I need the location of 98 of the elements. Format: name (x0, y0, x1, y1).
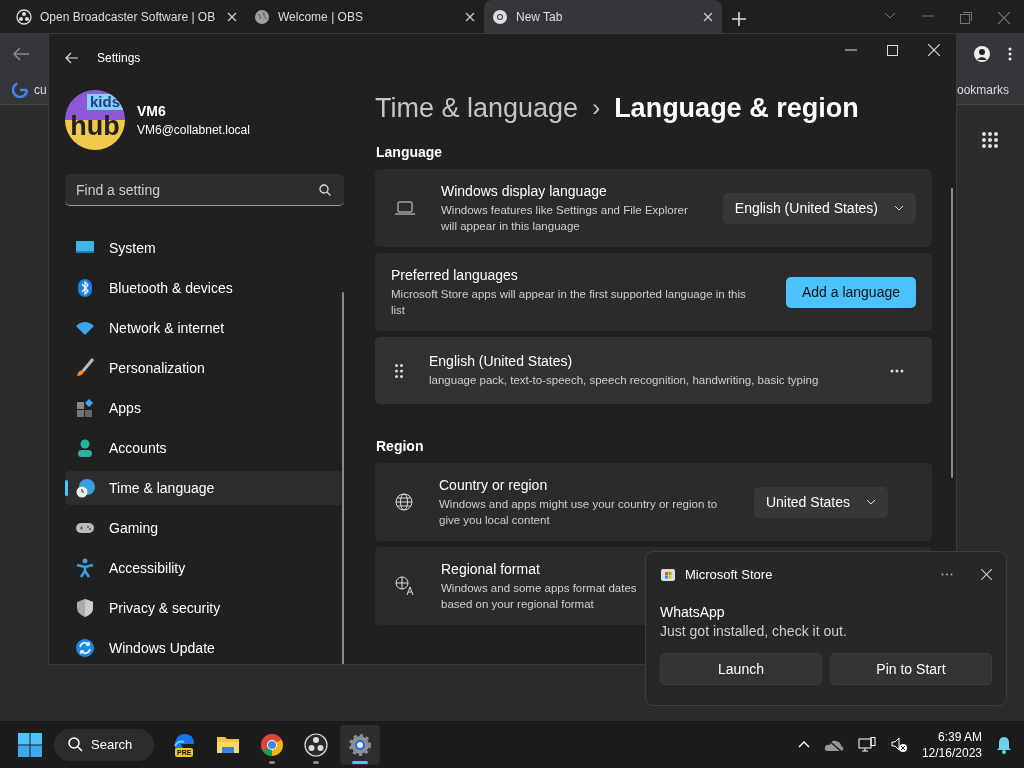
browser-tab[interactable]: New Tab (484, 0, 722, 33)
nav-item[interactable]: Apps (65, 391, 344, 425)
setting-title: Regional format (441, 560, 540, 577)
nav-item[interactable]: Windows Update (65, 631, 344, 664)
search-field[interactable]: Find a setting (65, 174, 344, 206)
maximize-icon[interactable] (887, 44, 898, 56)
new-tab-icon[interactable] (732, 12, 746, 26)
close-icon[interactable] (981, 568, 992, 580)
nav-item[interactable]: Time & language (65, 471, 344, 505)
close-icon[interactable] (226, 10, 238, 23)
start-icon[interactable] (18, 732, 42, 757)
section-heading: Language (376, 144, 444, 160)
account-email: VM6@collabnet.local (137, 123, 250, 137)
setting-title: Preferred languages (391, 266, 518, 283)
notification-message: Just got installed, check it out. (660, 623, 848, 639)
gear-icon (348, 732, 372, 757)
store-icon (660, 566, 676, 582)
nav-item[interactable]: Network & internet (65, 311, 344, 345)
setting-title: English (United States) (429, 353, 573, 369)
more-icon[interactable] (890, 368, 904, 373)
drag-handle-icon[interactable] (395, 363, 403, 378)
scrollbar[interactable] (951, 188, 953, 478)
running-indicator (269, 760, 275, 764)
close-icon[interactable] (464, 10, 476, 23)
setting-description: Microsoft Store apps will appear in the first supported language in this list (391, 286, 747, 318)
account-name: VM6 (137, 103, 167, 119)
nav-item[interactable]: Accounts (65, 431, 344, 465)
apps-icon (75, 398, 95, 418)
laptop-icon (395, 201, 415, 215)
person-icon (75, 438, 95, 458)
chevron-down-icon[interactable] (884, 12, 896, 20)
setting-description: Windows and apps might use your country or region to give you local content (439, 496, 719, 528)
globe-icon (395, 493, 413, 511)
google-icon[interactable] (12, 81, 28, 98)
profile-icon[interactable] (974, 46, 990, 62)
add-language-button[interactable]: Add a language (785, 276, 916, 308)
clock-date[interactable]: 12/16/2023 (921, 744, 982, 761)
search-icon (68, 737, 83, 752)
close-icon[interactable] (702, 10, 714, 23)
taskbar-app[interactable] (340, 724, 380, 765)
bluetooth-icon (75, 278, 95, 298)
taskbar-search[interactable]: Search (54, 728, 154, 761)
notification-app: Microsoft Store (685, 566, 773, 582)
search-icon[interactable] (319, 184, 331, 196)
bookmarks-label[interactable]: ookmarks (957, 82, 1012, 97)
network-icon[interactable] (857, 736, 876, 753)
chevron-down-icon (894, 205, 904, 211)
chevron-down-icon (866, 499, 876, 505)
browser-tab[interactable]: Open Broadcaster Software | OB (8, 0, 246, 33)
clock-time[interactable]: 6:39 AM (937, 728, 982, 745)
nav-item[interactable]: Gaming (65, 511, 344, 545)
paintbrush-icon (75, 358, 95, 378)
setting-description: Windows and some apps format dates based on your regional format (441, 580, 638, 612)
setting-description: language pack, text-to-speech, speech recognition, handwriting, basic typing (429, 373, 819, 388)
nav-item[interactable]: System (65, 231, 344, 265)
nav-item[interactable]: Privacy & security (65, 591, 344, 625)
selection-indicator (65, 480, 68, 496)
setting-title: Windows display language (441, 182, 607, 199)
chrome-icon (260, 732, 284, 757)
menu-icon[interactable] (1008, 47, 1012, 61)
apps-grid-icon[interactable] (981, 131, 999, 149)
region-dropdown[interactable]: United States (753, 486, 888, 518)
avatar-text: hub (70, 112, 120, 140)
globe-icon (254, 8, 270, 25)
language-format-icon (395, 576, 415, 596)
more-icon[interactable] (941, 572, 953, 576)
nav-item[interactable]: Accessibility (65, 551, 344, 585)
chevron-up-icon[interactable] (797, 741, 810, 748)
language-dropdown[interactable]: English (United States) (722, 192, 916, 224)
cloud-off-icon[interactable] (823, 737, 844, 752)
notification-button[interactable]: Launch (660, 653, 822, 685)
setting-description: Windows features like Settings and File Explorer will appear in this language (441, 202, 689, 234)
window-title: Settings (97, 51, 141, 65)
scrollbar[interactable] (342, 292, 344, 664)
obs-icon (16, 8, 32, 25)
globe-clock-icon (75, 478, 95, 498)
volume-muted-icon[interactable] (889, 736, 908, 753)
notification-button[interactable]: Pin to Start (830, 653, 992, 685)
restore-icon[interactable] (960, 12, 972, 24)
breadcrumb-link[interactable]: Time & language (375, 92, 579, 124)
accessibility-icon (75, 558, 95, 578)
nav-item[interactable]: Bluetooth & devices (65, 271, 344, 305)
breadcrumb-separator: › (592, 94, 601, 122)
nav-item[interactable]: Personalization (65, 351, 344, 385)
setting-title: Country or region (439, 476, 548, 493)
running-indicator (313, 760, 319, 764)
browser-tab[interactable]: Welcome | OBS (246, 0, 484, 33)
bookmark-link[interactable]: cu (34, 82, 47, 97)
shield-icon (75, 598, 95, 618)
running-indicator (352, 760, 368, 764)
avatar-text: kids (87, 94, 123, 110)
page-title: Language & region (614, 92, 859, 124)
update-icon (75, 638, 95, 658)
obs-icon (304, 732, 328, 757)
chrome-icon (492, 8, 508, 25)
bell-icon[interactable] (996, 735, 1012, 754)
notification-title: WhatsApp (660, 604, 726, 620)
section-heading: Region (376, 438, 425, 454)
